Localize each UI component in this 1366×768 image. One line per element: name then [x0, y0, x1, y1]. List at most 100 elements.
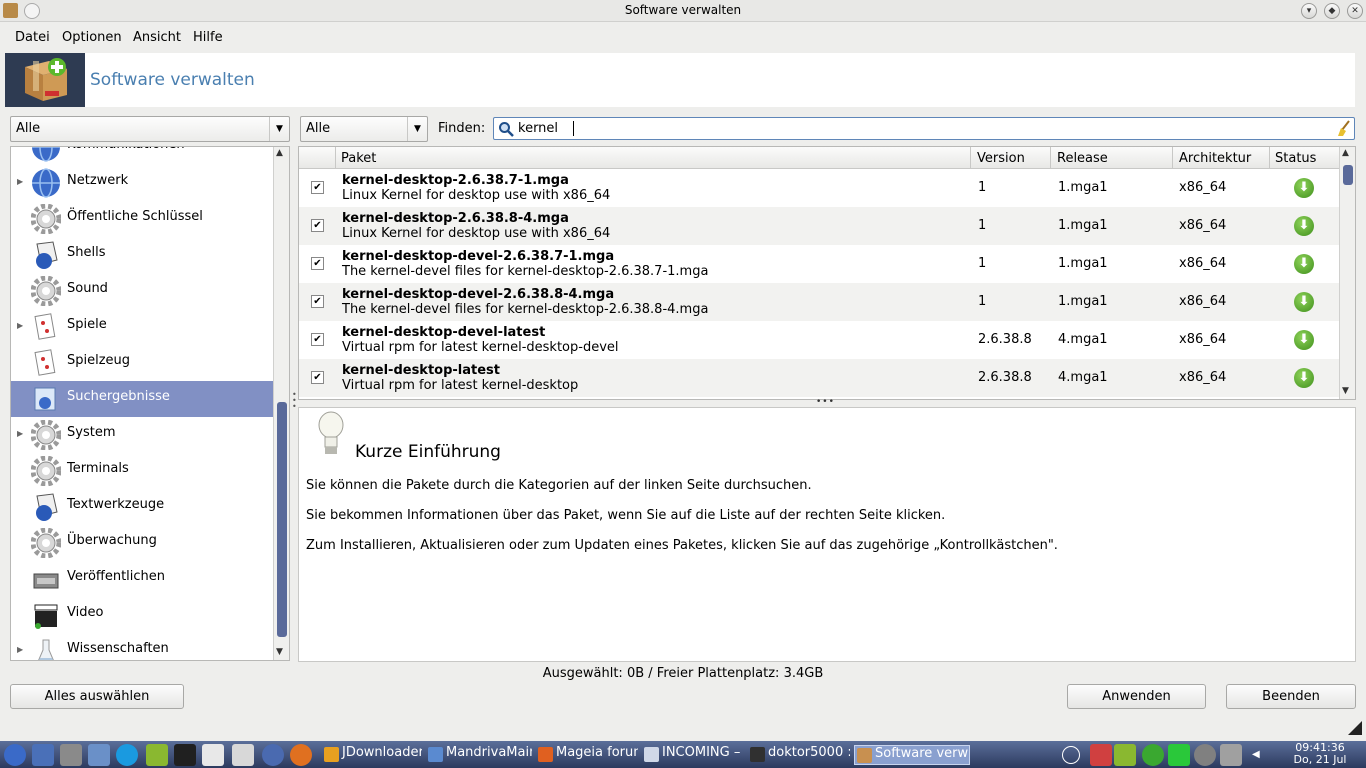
- volume-icon[interactable]: [1220, 744, 1242, 766]
- category-item-system[interactable]: ▶ System: [11, 417, 273, 453]
- package-scrollbar[interactable]: ▲ ▼: [1339, 147, 1355, 399]
- category-label: Video: [67, 605, 104, 620]
- scroll-up-arrow[interactable]: ▲: [276, 148, 283, 158]
- scroll-up-arrow[interactable]: ▲: [1342, 148, 1349, 158]
- updates-tray-icon[interactable]: [1090, 744, 1112, 766]
- menu-optionen[interactable]: Optionen: [62, 30, 122, 45]
- minimize-button[interactable]: ▾: [1301, 3, 1317, 19]
- category-item-spiele[interactable]: ▶ Spiele: [11, 309, 273, 345]
- desktop-icon[interactable]: [32, 744, 54, 766]
- calculator-icon[interactable]: [232, 744, 254, 766]
- tray-expand-icon[interactable]: ◀: [1252, 749, 1260, 760]
- package-checkbox[interactable]: ✔: [311, 257, 324, 270]
- info-paragraph-2: Sie bekommen Informationen über das Pake…: [306, 508, 946, 523]
- package-checkbox[interactable]: ✔: [311, 333, 324, 346]
- package-checkbox[interactable]: ✔: [311, 219, 324, 232]
- column-header-release[interactable]: Release: [1057, 151, 1108, 166]
- firefox-icon[interactable]: [290, 744, 312, 766]
- category-item--ffentliche-schl-ssel[interactable]: Öffentliche Schlüssel: [11, 201, 273, 237]
- category-item-wissenschaften[interactable]: ▶ Wissenschaften: [11, 633, 273, 660]
- select-all-button[interactable]: Alles auswählen: [10, 684, 184, 709]
- category-item--berwachung[interactable]: Überwachung: [11, 525, 273, 561]
- table-row[interactable]: ✔ kernel-desktop-latest Virtual rpm for la…: [299, 359, 1339, 397]
- taskbar-task[interactable]: doktor5000 :: [748, 745, 850, 765]
- taskbar-task[interactable]: INCOMING – D: [642, 745, 744, 765]
- network-icon[interactable]: [1194, 744, 1216, 766]
- search-input[interactable]: kernel: [493, 117, 1355, 140]
- text-editor-icon[interactable]: [202, 744, 224, 766]
- clock[interactable]: 09:41:36 Do, 21 Jul: [1280, 742, 1360, 766]
- taskbar-task[interactable]: MandrivaMain: [426, 745, 532, 765]
- table-row[interactable]: ✔ kernel-desktop-2.6.38.8-4.mga Linux Kern…: [299, 207, 1339, 245]
- task-label: Mageia forum: [556, 745, 638, 760]
- menu-ansicht[interactable]: Ansicht: [133, 30, 181, 45]
- scroll-down-arrow[interactable]: ▼: [1342, 386, 1349, 396]
- info-title: Kurze Einführung: [355, 442, 501, 462]
- close-button[interactable]: ✕: [1347, 3, 1363, 19]
- table-row[interactable]: ✔ kernel-desktop-devel-2.6.38.8-4.mga The …: [299, 283, 1339, 321]
- package-scroll-thumb[interactable]: [1343, 165, 1353, 185]
- pane-splitter-handle[interactable]: •••: [816, 397, 835, 407]
- clear-broom-icon[interactable]: [1336, 120, 1352, 137]
- task-label: JDownloader: [342, 745, 422, 760]
- banner-title: Software verwalten: [90, 70, 255, 90]
- skype-icon[interactable]: [116, 744, 138, 766]
- pane-splitter-handle[interactable]: •••: [292, 391, 297, 411]
- category-item-video[interactable]: Video: [11, 597, 273, 633]
- expand-arrow-icon[interactable]: ▶: [17, 177, 23, 186]
- taskbar-task[interactable]: JDownloader: [322, 745, 422, 765]
- jdownloader-tray-icon[interactable]: [1114, 744, 1136, 766]
- category-scrollbar[interactable]: ▲ ▼: [273, 147, 289, 660]
- banner: Software verwalten: [5, 53, 1355, 107]
- column-header-status[interactable]: Status: [1275, 151, 1316, 166]
- menu-datei[interactable]: Datei: [15, 30, 50, 45]
- category-label: Terminals: [67, 461, 129, 476]
- resize-grip-icon[interactable]: [1348, 721, 1362, 735]
- ok-tray-icon[interactable]: [1142, 744, 1164, 766]
- quit-button[interactable]: Beenden: [1226, 684, 1356, 709]
- info-tray-icon[interactable]: [1062, 746, 1080, 764]
- table-row[interactable]: ✔ kernel-desktop-devel-2.6.38.7-1.mga The …: [299, 245, 1339, 283]
- column-header-paket[interactable]: Paket: [341, 151, 376, 166]
- package-manager-icon[interactable]: [146, 744, 168, 766]
- terminal-icon[interactable]: [174, 744, 196, 766]
- column-header-version[interactable]: Version: [977, 151, 1025, 166]
- category-item-netzwerk[interactable]: ▶ Netzwerk: [11, 165, 273, 201]
- taskbar-task[interactable]: Mageia forum: [536, 745, 638, 765]
- category-filter-combo[interactable]: Alle ▼: [10, 116, 290, 142]
- tools-icon[interactable]: [60, 744, 82, 766]
- info-paragraph-3: Zum Installieren, Aktualisieren oder zum…: [306, 538, 1058, 553]
- package-checkbox[interactable]: ✔: [311, 295, 324, 308]
- package-checkbox[interactable]: ✔: [311, 371, 324, 384]
- category-item-ver-ffentlichen[interactable]: Veröffentlichen: [11, 561, 273, 597]
- scroll-down-arrow[interactable]: ▼: [276, 647, 283, 657]
- column-header-architektur[interactable]: Architektur: [1179, 151, 1251, 166]
- maximize-button[interactable]: ◆: [1324, 3, 1340, 19]
- menu-hilfe[interactable]: Hilfe: [193, 30, 223, 45]
- table-row[interactable]: ✔ kernel-desktop-2.6.38.7-1.mga Linux Kern…: [299, 169, 1339, 207]
- table-row[interactable]: ✔ kernel-desktop-devel-latest Virtual rpm …: [299, 321, 1339, 359]
- package-release: 4.mga1: [1058, 332, 1108, 347]
- package-checkbox[interactable]: ✔: [311, 181, 324, 194]
- category-tree[interactable]: Kommunikationen ▶ Netzwerk Öffentliche Schl…: [10, 146, 290, 661]
- wifi-icon[interactable]: [1168, 744, 1190, 766]
- apply-button[interactable]: Anwenden: [1067, 684, 1206, 709]
- taskbar-task[interactable]: Software verw: [854, 745, 970, 765]
- category-item-spielzeug[interactable]: Spielzeug: [11, 345, 273, 381]
- category-item-terminals[interactable]: Terminals: [11, 453, 273, 489]
- package-table[interactable]: Paket Version Release Architektur Status…: [298, 146, 1356, 400]
- expand-arrow-icon[interactable]: ▶: [17, 321, 23, 330]
- category-item-textwerkzeuge[interactable]: Textwerkzeuge: [11, 489, 273, 525]
- category-item-shells[interactable]: Shells: [11, 237, 273, 273]
- thunderbird-icon[interactable]: [262, 744, 284, 766]
- monitor-icon[interactable]: [88, 744, 110, 766]
- category-label: Überwachung: [67, 533, 157, 548]
- category-item-suchergebnisse[interactable]: Suchergebnisse: [11, 381, 273, 417]
- type-filter-combo[interactable]: Alle ▼: [300, 116, 428, 142]
- category-scroll-thumb[interactable]: [277, 402, 287, 637]
- category-item-sound[interactable]: Sound: [11, 273, 273, 309]
- expand-arrow-icon[interactable]: ▶: [17, 429, 23, 438]
- expand-arrow-icon[interactable]: ▶: [17, 645, 23, 654]
- category-item-kommunikationen[interactable]: Kommunikationen: [11, 147, 273, 165]
- start-menu-icon[interactable]: [4, 744, 26, 766]
